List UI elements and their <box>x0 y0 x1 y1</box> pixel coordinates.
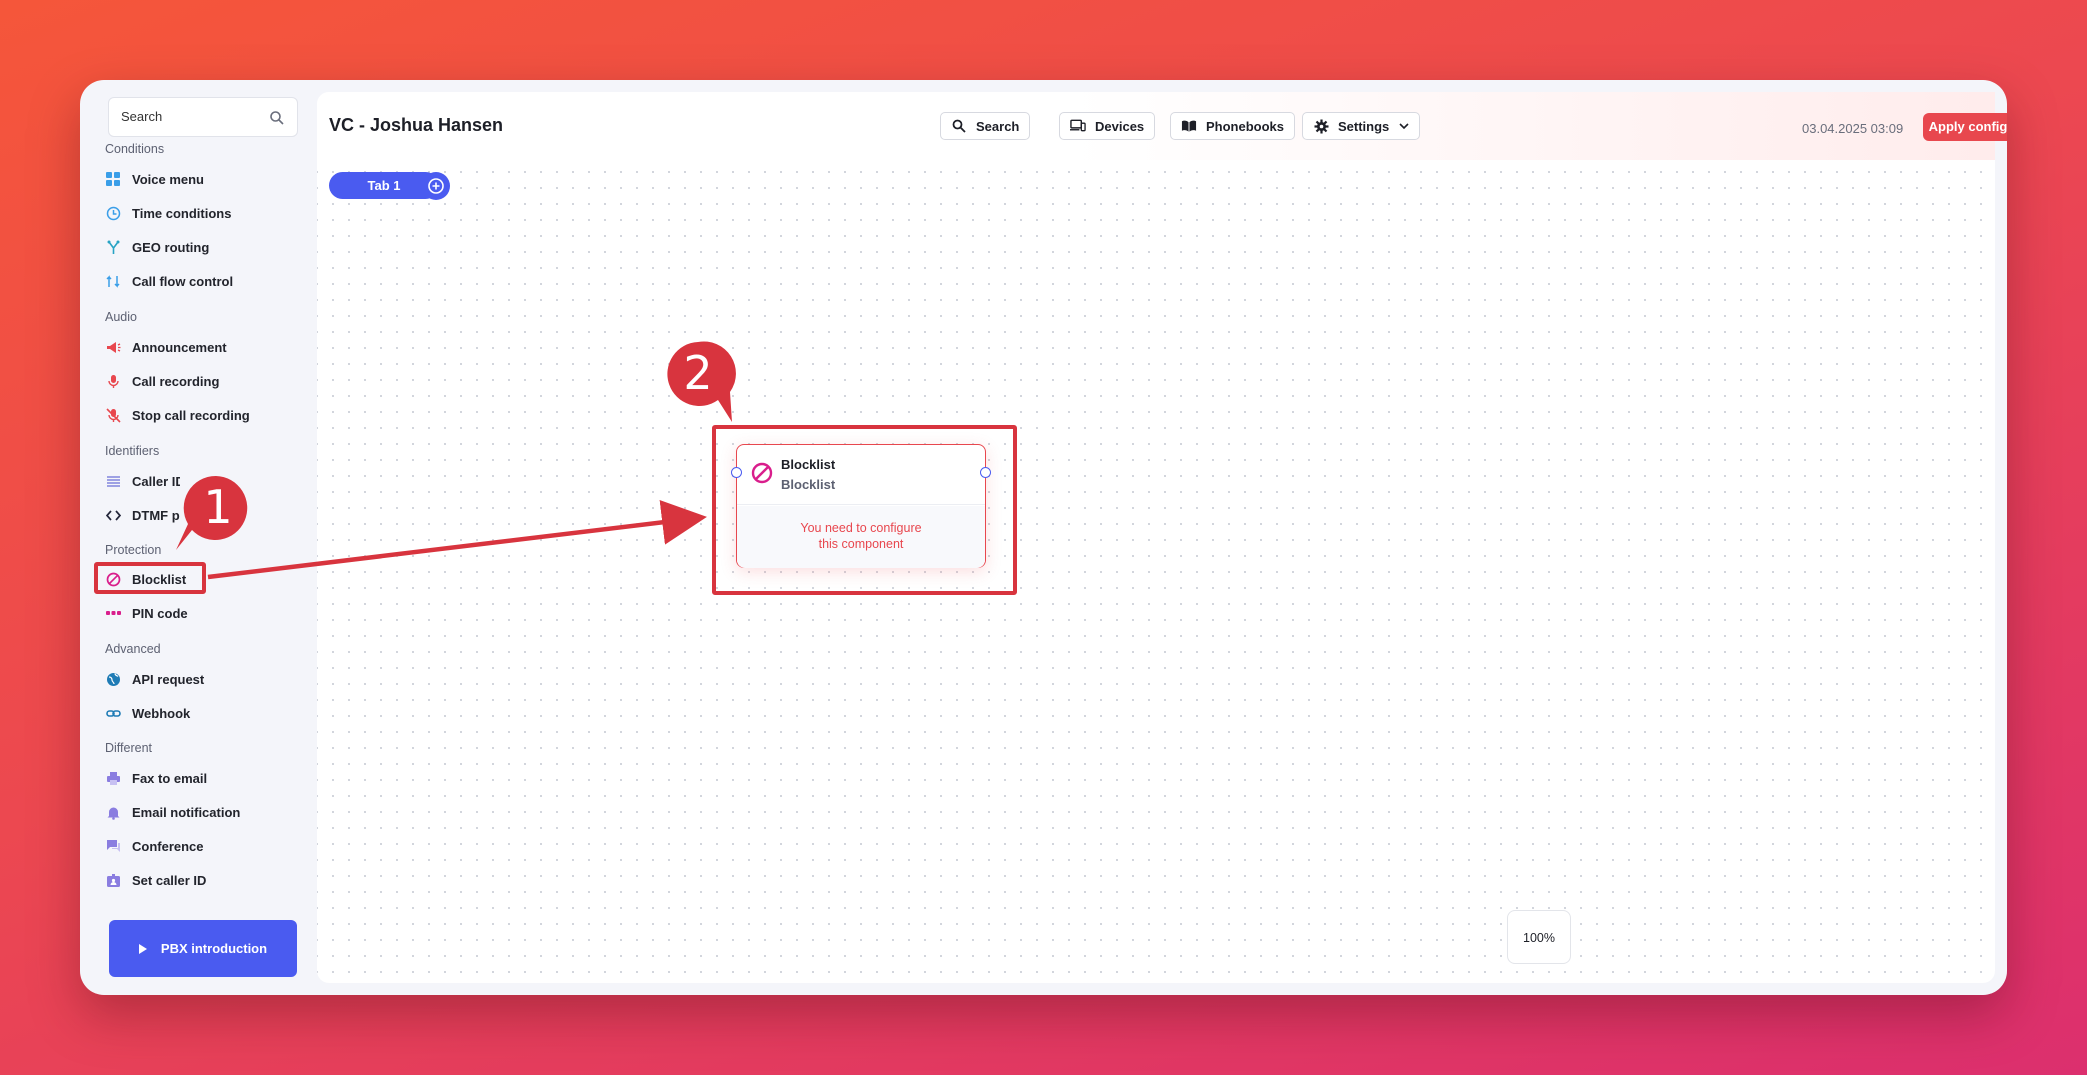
annotation-arrow <box>207 499 707 580</box>
step-1-number: 1 <box>203 480 233 534</box>
step-2-number: 2 <box>683 346 713 400</box>
